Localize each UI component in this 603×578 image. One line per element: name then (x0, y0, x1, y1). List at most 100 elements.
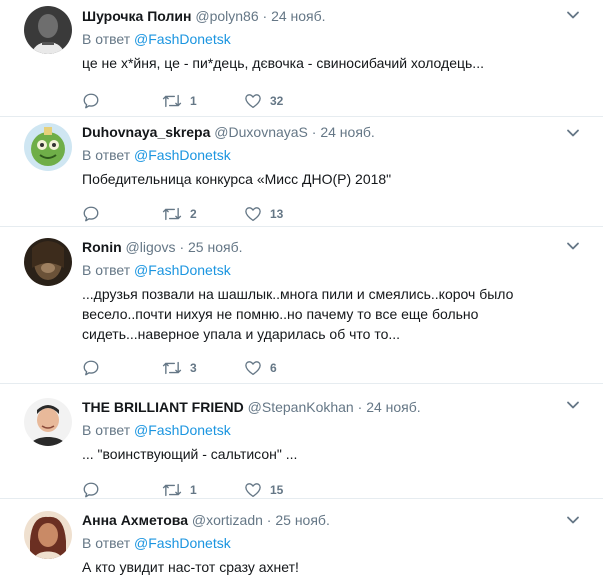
chevron-down-icon[interactable] (565, 397, 581, 413)
heart-icon (245, 483, 261, 498)
reply-icon (83, 93, 99, 109)
tweet-actions: 1 32 (82, 91, 563, 111)
tweet-date[interactable]: 25 нояб. (275, 512, 329, 528)
reply-context: В ответ @FashDonetsk (82, 534, 563, 552)
avatar-image (24, 123, 72, 171)
chevron-down-icon[interactable] (565, 238, 581, 254)
tweet-header: Duhovnaya_skrepa @DuxovnayaS · 24 нояб. (82, 123, 563, 141)
tweet-header: THE BRILLIANT FRIEND @StepanKokhan · 24 … (82, 398, 563, 416)
user-name[interactable]: Ronin (82, 239, 122, 255)
heart-icon (245, 361, 261, 376)
separator-dot: · (266, 512, 272, 528)
like-count: 13 (270, 207, 284, 221)
tweet[interactable]: Ronin @ligovs · 25 нояб. В ответ @FashDo… (0, 227, 603, 384)
separator-dot: · (311, 124, 317, 140)
user-name[interactable]: Duhovnaya_skrepa (82, 124, 210, 140)
tweet-header: Шурочка Полин @polyn86 · 24 нояб. (82, 7, 563, 25)
retweet-icon (162, 94, 182, 108)
reply-context: В ответ @FashDonetsk (82, 146, 563, 164)
reply-prefix: В ответ (82, 31, 131, 47)
reply-prefix: В ответ (82, 262, 131, 278)
separator-dot: · (262, 8, 268, 24)
tweet-text: ...друзья позвали на шашлык..многа пили … (82, 286, 514, 342)
tweet-date[interactable]: 25 нояб. (188, 239, 242, 255)
reply-icon (83, 206, 99, 222)
retweet-button[interactable]: 1 (162, 480, 197, 500)
mention-link[interactable]: @FashDonetsk (134, 147, 231, 163)
user-name[interactable]: Шурочка Полин (82, 8, 191, 24)
user-handle[interactable]: @StepanKokhan (248, 399, 354, 415)
reply-button[interactable] (82, 358, 100, 378)
tweet-date[interactable]: 24 нояб. (366, 399, 420, 415)
like-button[interactable]: 32 (244, 91, 283, 111)
reply-button[interactable] (82, 204, 100, 224)
avatar[interactable] (24, 238, 72, 286)
avatar[interactable] (24, 6, 72, 54)
chevron-down-icon[interactable] (565, 125, 581, 141)
tweet-actions: 1 15 (82, 480, 563, 500)
user-handle[interactable]: @xortizadn (192, 512, 263, 528)
mention-link[interactable]: @FashDonetsk (134, 31, 231, 47)
reply-button[interactable] (82, 480, 100, 500)
avatar[interactable] (24, 511, 72, 559)
reply-context: В ответ @FashDonetsk (82, 261, 563, 279)
tweet[interactable]: Шурочка Полин @polyn86 · 24 нояб. В отве… (0, 0, 603, 117)
mention-link[interactable]: @FashDonetsk (134, 535, 231, 551)
like-button[interactable]: 6 (244, 358, 277, 378)
heart-icon (245, 207, 261, 222)
retweet-count: 2 (190, 207, 197, 221)
retweet-button[interactable]: 1 (162, 91, 197, 111)
reply-prefix: В ответ (82, 147, 131, 163)
chevron-down-icon[interactable] (565, 512, 581, 528)
tweet-replies-feed: Шурочка Полин @polyn86 · 24 нояб. В отве… (0, 0, 603, 578)
user-handle[interactable]: @polyn86 (195, 8, 258, 24)
like-count: 6 (270, 361, 277, 375)
retweet-button[interactable]: 2 (162, 204, 197, 224)
tweet-text: ... "воинствующий - сальтисон" ... (82, 446, 298, 462)
avatar-image (24, 238, 72, 286)
reply-context: В ответ @FashDonetsk (82, 421, 563, 439)
retweet-count: 1 (190, 94, 197, 108)
tweet-header: Ronin @ligovs · 25 нояб. (82, 238, 563, 256)
reply-prefix: В ответ (82, 422, 131, 438)
like-button[interactable]: 15 (244, 480, 283, 500)
reply-context: В ответ @FashDonetsk (82, 30, 563, 48)
retweet-icon (162, 361, 182, 375)
tweet-date[interactable]: 24 нояб. (271, 8, 325, 24)
tweet-header: Анна Ахметова @xortizadn · 25 нояб. (82, 511, 563, 529)
retweet-icon (162, 483, 182, 497)
avatar[interactable] (24, 398, 72, 446)
mention-link[interactable]: @FashDonetsk (134, 422, 231, 438)
avatar-image (24, 511, 72, 559)
tweet-date[interactable]: 24 нояб. (320, 124, 374, 140)
tweet[interactable]: Duhovnaya_skrepa @DuxovnayaS · 24 нояб. … (0, 117, 603, 227)
user-name[interactable]: Анна Ахметова (82, 512, 188, 528)
reply-button[interactable] (82, 91, 100, 111)
retweet-count: 3 (190, 361, 197, 375)
user-handle[interactable]: @ligovs (126, 239, 176, 255)
like-count: 32 (270, 94, 284, 108)
reply-icon (83, 482, 99, 498)
tweet-actions: 2 13 (82, 204, 563, 224)
retweet-button[interactable]: 3 (162, 358, 197, 378)
chevron-down-icon[interactable] (565, 7, 581, 23)
reply-prefix: В ответ (82, 535, 131, 551)
like-count: 15 (270, 483, 284, 497)
heart-icon (245, 94, 261, 109)
separator-dot: · (179, 239, 185, 255)
tweet-actions: 3 6 (82, 358, 563, 378)
avatar[interactable] (24, 123, 72, 171)
tweet-text: це не х*йня, це - пи*дець, дєвочка - сви… (82, 55, 484, 71)
separator-dot: · (357, 399, 363, 415)
user-name[interactable]: THE BRILLIANT FRIEND (82, 399, 244, 415)
like-button[interactable]: 13 (244, 204, 283, 224)
avatar-image (24, 6, 72, 54)
tweet-text: Победительница конкурса «Мисс ДНО(Р) 201… (82, 171, 392, 187)
retweet-count: 1 (190, 483, 197, 497)
tweet[interactable]: Анна Ахметова @xortizadn · 25 нояб. В от… (0, 499, 603, 578)
mention-link[interactable]: @FashDonetsk (134, 262, 231, 278)
tweet[interactable]: THE BRILLIANT FRIEND @StepanKokhan · 24 … (0, 384, 603, 499)
tweet-text: А кто увидит нас-тот сразу ахнет! (82, 559, 299, 575)
user-handle[interactable]: @DuxovnayaS (214, 124, 308, 140)
retweet-icon (162, 207, 182, 221)
